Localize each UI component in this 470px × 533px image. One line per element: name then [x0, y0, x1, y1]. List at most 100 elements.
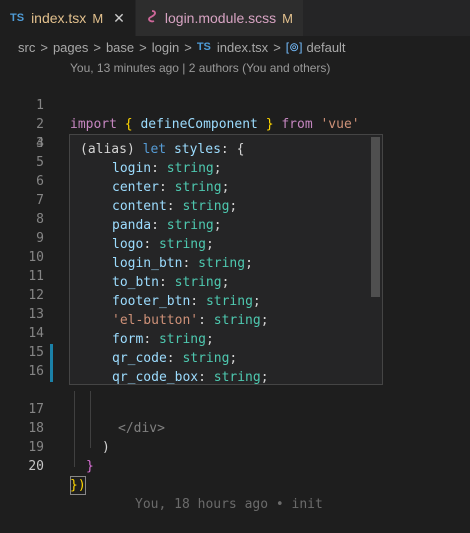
code-line: 20 }) You, 18 hours ago • init	[0, 438, 470, 512]
tab-bar: TS index.tsx M ✕ login.module.scss M	[0, 0, 470, 36]
line-number: 10	[28, 250, 44, 265]
hover-prop-line: qr_code: string;	[112, 349, 237, 368]
breadcrumb: src > pages > base > login > TS index.ts…	[0, 36, 470, 58]
line-number: 6	[36, 174, 44, 189]
breadcrumb-item-file[interactable]: index.tsx	[217, 40, 268, 55]
line-number: 13	[28, 307, 44, 322]
colon: :	[158, 180, 175, 195]
chevron-right-icon: >	[273, 39, 281, 55]
let-keyword: let	[142, 142, 167, 157]
colon: :	[143, 237, 159, 252]
scss-glyph	[147, 10, 156, 23]
hover-prop-line: center: string;	[112, 178, 229, 197]
semicolon: ;	[205, 237, 214, 252]
colon: :	[151, 218, 167, 233]
colon: :	[198, 313, 214, 328]
hover-prop-line: 'el-button': string;	[112, 311, 269, 330]
typescript-file-icon: TS	[10, 12, 25, 24]
hover-scrollbar[interactable]	[371, 137, 380, 297]
tab-index-tsx[interactable]: TS index.tsx M ✕	[0, 0, 136, 36]
semicolon: ;	[260, 313, 269, 328]
modified-badge: M	[92, 10, 104, 26]
hover-prop-line: footer_btn: string;	[112, 292, 261, 311]
prop-key: panda	[112, 218, 152, 233]
prop-key: center	[112, 180, 159, 195]
semicolon: ;	[252, 294, 261, 309]
breadcrumb-item-login[interactable]: login	[152, 40, 179, 55]
colon: :	[166, 351, 183, 366]
brace: })	[70, 476, 86, 495]
prop-key: qr_code	[112, 351, 167, 366]
line-number: 14	[28, 326, 44, 341]
semicolon: ;	[213, 218, 222, 233]
line-number: 8	[36, 212, 44, 227]
line-number: 12	[28, 288, 44, 303]
breadcrumb-item-pages[interactable]: pages	[53, 40, 88, 55]
code-line: 1 import { defineComponent } from 'vue'	[0, 77, 470, 132]
hover-prop-line: login: string;	[112, 159, 222, 178]
tab-login-module-scss[interactable]: login.module.scss M	[135, 0, 304, 36]
brace: {	[236, 142, 245, 157]
symbol-name: styles	[173, 142, 221, 157]
git-blame-inline: You, 18 hours ago • init	[135, 497, 323, 512]
line-number: 20	[28, 459, 44, 474]
prop-type: string	[205, 294, 253, 309]
semicolon: ;	[213, 161, 222, 176]
prop-key: login_btn	[112, 256, 183, 271]
close-icon[interactable]: ✕	[113, 10, 125, 27]
colon: :	[158, 275, 175, 290]
code-line: 19 }	[0, 419, 470, 474]
prop-key: login	[112, 161, 152, 176]
code-line: 3 import styles from './login.module.scs…	[0, 115, 470, 172]
chevron-right-icon: >	[93, 39, 101, 55]
semicolon: ;	[260, 370, 269, 385]
hover-prop-line: panda: string;	[112, 216, 222, 235]
semicolon: ;	[221, 275, 230, 290]
hover-header: (alias) let styles: {	[80, 140, 244, 159]
line-number: 11	[28, 269, 44, 284]
code-line: 18 )	[0, 400, 470, 455]
breadcrumb-item-src[interactable]: src	[18, 40, 35, 55]
prop-type: string	[158, 237, 206, 252]
tab-label: index.tsx	[31, 10, 87, 26]
hover-prop-line: form: string;	[112, 330, 214, 349]
line-number: 15	[28, 345, 44, 360]
tab-label: login.module.scss	[164, 10, 277, 26]
colon: :	[190, 294, 206, 309]
alias-label: (alias)	[80, 142, 135, 157]
prop-key: logo	[112, 237, 144, 252]
hover-tooltip: (alias) let styles: { login: string; cent…	[69, 134, 383, 385]
line-number: 5	[36, 155, 44, 170]
prop-type: string	[166, 161, 214, 176]
prop-key: to_btn	[112, 275, 159, 290]
prop-key: content	[112, 199, 167, 214]
hover-prop-line: login_btn: string;	[112, 254, 253, 273]
chevron-right-icon: >	[184, 39, 192, 55]
colon: :	[151, 161, 167, 176]
symbol-variable-icon: [⊚]	[285, 40, 303, 54]
prop-type: string	[182, 199, 230, 214]
semicolon: ;	[229, 199, 238, 214]
prop-key: form	[112, 332, 144, 347]
colon: :	[220, 142, 229, 157]
colon: :	[166, 199, 183, 214]
colon: :	[182, 256, 199, 271]
chevron-right-icon: >	[139, 39, 147, 55]
prop-key: footer_btn	[112, 294, 191, 309]
scss-file-icon	[146, 10, 158, 26]
modified-badge: M	[282, 10, 294, 26]
colon: :	[198, 370, 214, 385]
breadcrumb-item-symbol[interactable]: default	[307, 40, 346, 55]
prop-key: 'el-button'	[112, 313, 199, 328]
semicolon: ;	[205, 332, 214, 347]
line-number: 4	[36, 136, 44, 151]
semicolon: ;	[221, 180, 230, 195]
git-codelens[interactable]: You, 13 minutes ago | 2 authors (You and…	[70, 61, 330, 75]
colon: :	[143, 332, 159, 347]
prop-type: string	[213, 370, 261, 385]
semicolon: ;	[229, 351, 238, 366]
breadcrumb-item-base[interactable]: base	[106, 40, 134, 55]
prop-type: string	[174, 275, 222, 290]
hover-prop-line: content: string;	[112, 197, 237, 216]
code-line: 2 import { useRouter } from 'vue-router'	[0, 96, 470, 151]
